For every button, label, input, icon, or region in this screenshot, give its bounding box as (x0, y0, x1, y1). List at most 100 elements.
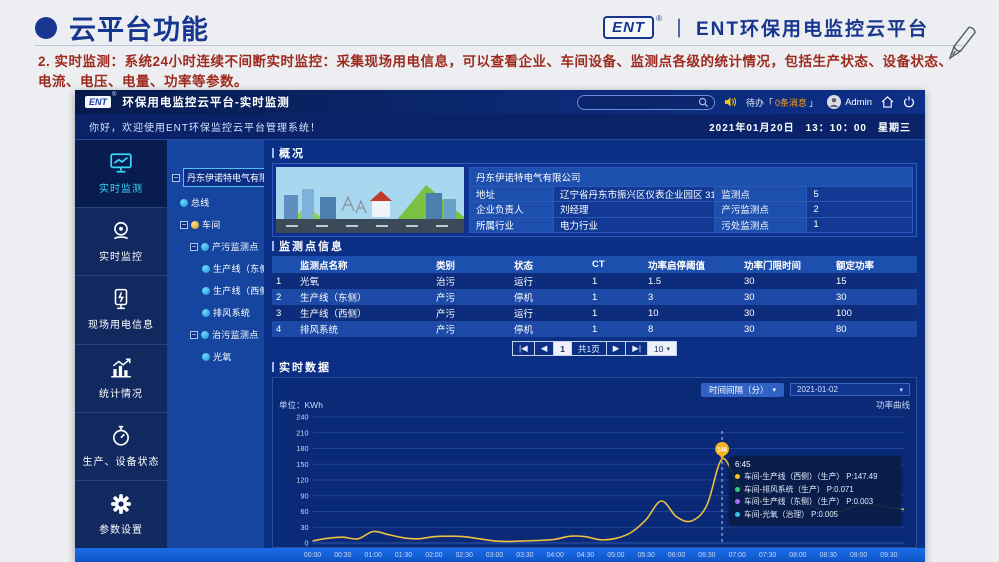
first-page-button[interactable]: |◀ (513, 342, 535, 355)
next-page-button[interactable]: ▶ (607, 342, 627, 355)
svg-text:120: 120 (296, 476, 308, 485)
info-label: 地址 (470, 187, 554, 201)
user-menu[interactable]: Admin (827, 95, 872, 109)
info-value: 2 (807, 202, 912, 216)
workshop-node-icon (191, 221, 199, 229)
datetime-text: 2021年01月20日 13：10：00 星期三 (709, 119, 911, 134)
caret-down-icon: ▾ (772, 386, 776, 394)
power-icon[interactable] (903, 96, 915, 108)
collapse-icon[interactable] (190, 331, 198, 339)
sidebar-item-label: 生产、设备状态 (83, 453, 160, 468)
interval-select-button[interactable]: 时间间隔（分） ▾ (701, 383, 784, 397)
search-icon[interactable] (698, 97, 709, 108)
svg-text:60: 60 (300, 507, 308, 516)
svg-text:03:30: 03:30 (516, 552, 533, 559)
device-node-icon (202, 309, 210, 317)
ent-logo: ENT (603, 16, 654, 39)
sidebar-item-live-video[interactable]: 实时监控 (75, 208, 167, 276)
page-size-select[interactable]: 10 ▾ (648, 342, 676, 355)
tree-node-workshop[interactable]: 车间 (180, 218, 261, 231)
company-illustration (276, 167, 464, 233)
bar-chart-icon (109, 357, 133, 379)
section-title-text: 实时数据 (279, 359, 331, 375)
bus-node-icon (180, 199, 188, 207)
unit-label: 单位：KWh (279, 399, 323, 411)
tree-node-label: 产污监测点 (212, 240, 259, 253)
section-overview-title: 概况 (272, 146, 917, 160)
sidebar: 实时监测 实时监控 现场用电信息 (75, 140, 167, 548)
page-total-label: 共1页 (572, 342, 607, 355)
section-bar-icon (272, 148, 274, 158)
svg-text:05:00: 05:00 (607, 552, 624, 559)
tooltip-time: 6:45 (735, 460, 895, 469)
tree-node-label: 生产线（东侧） (213, 262, 264, 275)
sidebar-item-parameter-settings[interactable]: 参数设置 (75, 481, 167, 548)
table-header-row: 监测点名称 类别 状态 CT 功率启停阈值 功率门限时间 额定功率 (272, 256, 917, 273)
sidebar-item-label: 参数设置 (99, 521, 143, 536)
date-value: 2021-01-02 (797, 385, 838, 394)
home-icon[interactable] (881, 96, 894, 108)
table-row[interactable]: 2生产线（东侧） 产污停机 13 3030 (272, 289, 917, 305)
tree-node-exhaust-system[interactable]: 排风系统 (202, 306, 261, 319)
svg-text:00:00: 00:00 (304, 552, 321, 559)
ent-logo-small: ENT (85, 96, 111, 108)
device-node-icon (202, 265, 210, 273)
tree-node-company[interactable]: 丹东伊诺特电气有限公司 (172, 168, 261, 187)
col-header: 类别 (432, 258, 510, 272)
sidebar-item-realtime-monitoring[interactable]: 实时监测 (75, 140, 167, 208)
info-label: 产污监测点 (715, 202, 807, 216)
tree-node-photo-oxygen[interactable]: 光氧 (202, 350, 261, 363)
current-page[interactable]: 1 (554, 342, 572, 355)
device-node-icon (202, 287, 210, 295)
svg-text:150: 150 (296, 460, 308, 469)
svg-text:07:00: 07:00 (729, 552, 746, 559)
bullet-dot-icon (35, 17, 57, 39)
tree-node-prodline-west[interactable]: 生产线（西侧） (202, 284, 261, 297)
search-input[interactable] (583, 97, 698, 107)
prev-page-button[interactable]: ◀ (535, 342, 555, 355)
collapse-icon[interactable] (180, 221, 188, 229)
tree-node-prodline-east[interactable]: 生产线（东侧） (202, 262, 261, 275)
greeting-bar: 你好，欢迎使用ENT环保监控云平台管理系统！ 2021年01月20日 13：10… (75, 114, 925, 140)
info-label: 所属行业 (470, 218, 554, 232)
avatar[interactable] (827, 95, 841, 109)
monitor-point-node-icon (201, 331, 209, 339)
tree-node-label: 排风系统 (213, 306, 250, 319)
collapse-icon[interactable] (172, 174, 180, 182)
points-table: 监测点名称 类别 状态 CT 功率启停阈值 功率门限时间 额定功率 1光氧 治污… (272, 256, 917, 337)
section-title-text: 监测点信息 (279, 238, 344, 254)
svg-text:04:30: 04:30 (577, 552, 594, 559)
info-value: 1 (807, 218, 912, 232)
tree-node-pollution-treatment-points[interactable]: 治污监测点 (190, 328, 261, 341)
series-dot-icon (735, 474, 740, 479)
tree-node-bus[interactable]: 总线 (180, 196, 261, 209)
col-header: 状态 (510, 258, 588, 272)
tree-node-pollution-production-points[interactable]: 产污监测点 (190, 240, 261, 253)
sidebar-item-site-power-info[interactable]: 现场用电信息 (75, 276, 167, 344)
welcome-text: 你好，欢迎使用ENT环保监控云平台管理系统！ (89, 119, 321, 134)
sidebar-item-statistics[interactable]: 统计情况 (75, 345, 167, 413)
info-label: 污处监测点 (715, 218, 807, 232)
monitor-chart-icon (109, 152, 133, 174)
collapse-icon[interactable] (190, 243, 198, 251)
table-row[interactable]: 4排风系统 产污停机 18 3080 (272, 321, 917, 337)
sidebar-item-production-device-status[interactable]: 生产、设备状态 (75, 413, 167, 481)
realtime-chart-panel: 时间间隔（分） ▾ 2021-01-02 ▾ 单位：KWh 功率曲线 0306 (272, 377, 917, 548)
date-select[interactable]: 2021-01-02 ▾ (790, 383, 910, 396)
series-dot-icon (735, 512, 740, 517)
last-page-button[interactable]: ▶| (626, 342, 648, 355)
brand-separator: ｜ (670, 15, 688, 41)
brand-lockup: ENT ® ｜ ENT环保用电监控云平台 (603, 14, 929, 41)
todo-messages[interactable]: 待办「 0条消息 」 (746, 96, 818, 109)
col-header: 功率门限时间 (740, 258, 832, 272)
speaker-icon[interactable] (724, 96, 737, 108)
company-info-table: 丹东伊诺特电气有限公司 地址 辽宁省丹东市振兴区仪表企业园区 31-4 号楼 监… (469, 167, 913, 233)
search-box[interactable] (577, 95, 715, 110)
header-divider (35, 45, 963, 46)
series-dot-icon (735, 499, 740, 504)
info-value: 电力行业 (554, 218, 715, 232)
gear-icon (110, 493, 132, 515)
svg-text:148: 148 (717, 447, 728, 453)
table-row[interactable]: 1光氧 治污运行 11.5 3015 (272, 273, 917, 289)
table-row[interactable]: 3生产线（西侧） 产污运行 110 30100 (272, 305, 917, 321)
